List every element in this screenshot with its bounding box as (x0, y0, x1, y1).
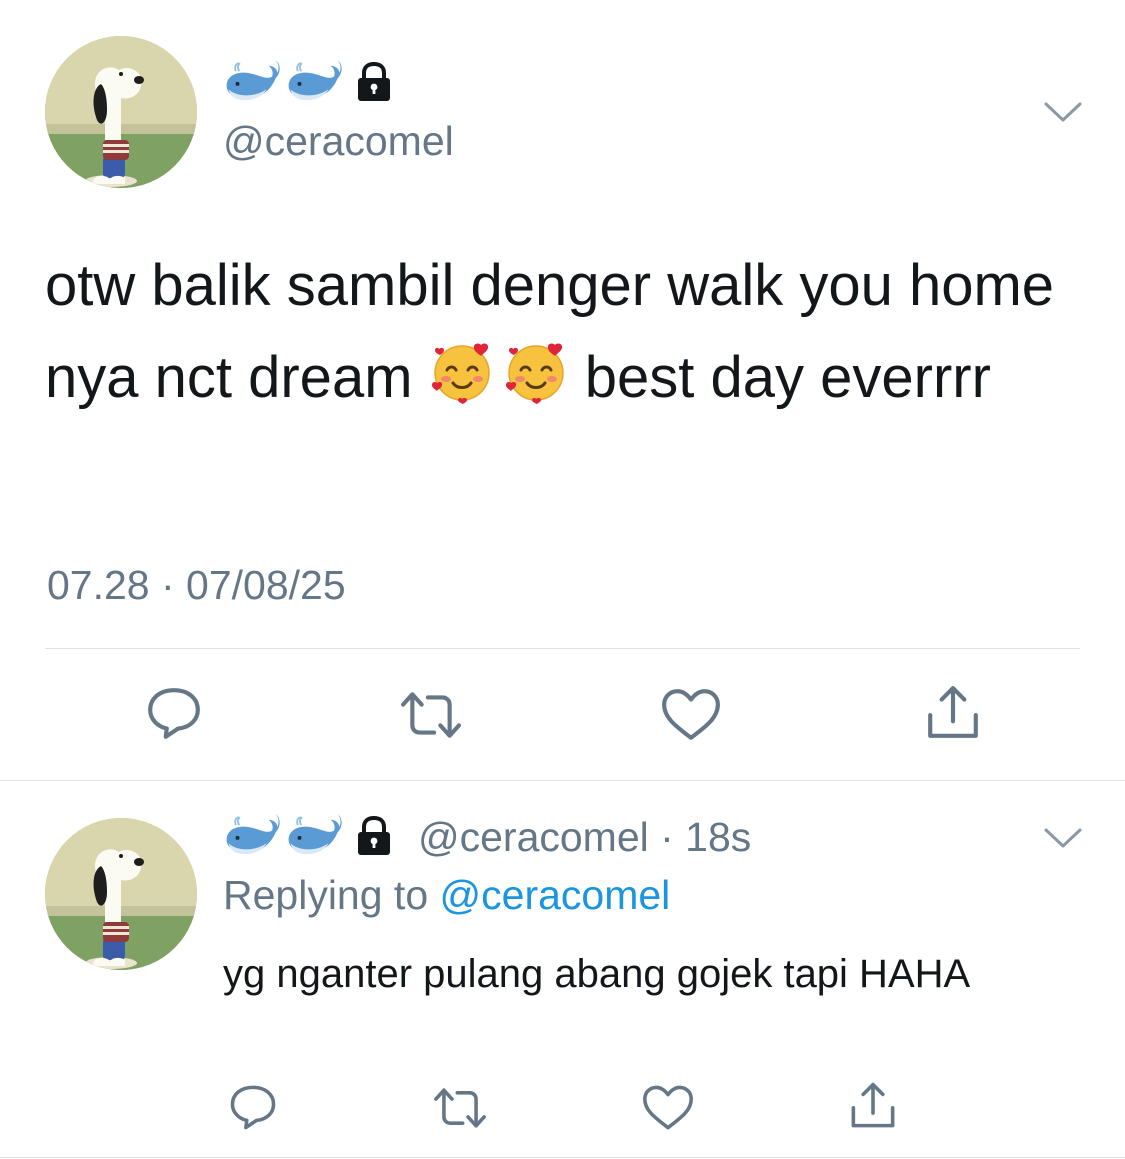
divider (45, 648, 1080, 649)
reply-button[interactable] (228, 1082, 278, 1132)
avatar[interactable] (45, 36, 197, 188)
chevron-down-icon[interactable] (1043, 100, 1083, 124)
divider (0, 1157, 1125, 1158)
whale-emoji-icon (223, 812, 281, 860)
whale-emoji-icon (285, 58, 343, 106)
tweet-text: otw balik sambil denger walk you home ny… (45, 240, 1075, 424)
retweet-button[interactable] (432, 1083, 488, 1133)
lock-icon (353, 815, 395, 857)
tweet-timestamp[interactable]: 07.28 · 07/08/25 (47, 562, 346, 609)
reply-icon (228, 1082, 278, 1132)
tweet-text-part2: best day everrrr (568, 345, 991, 410)
replying-to-label: Replying to (223, 872, 440, 918)
share-button[interactable] (848, 1081, 898, 1131)
like-button[interactable] (641, 1083, 695, 1133)
reply-avatar[interactable] (45, 818, 197, 970)
reply-icon (145, 684, 203, 742)
smiling-face-with-hearts-emoji-icon (503, 339, 569, 405)
reply-button[interactable] (145, 684, 203, 742)
smiling-face-with-hearts-emoji-icon (429, 339, 495, 405)
share-icon (848, 1081, 898, 1131)
reply-text: yg nganter pulang abang gojek tapi HAHA (223, 952, 971, 996)
chevron-down-icon[interactable] (1043, 826, 1083, 850)
share-button[interactable] (924, 684, 982, 742)
display-name[interactable] (223, 58, 395, 106)
replying-to-mention-link[interactable]: @ceracomel (440, 872, 671, 918)
reply-display-name[interactable] (223, 812, 395, 860)
like-icon (660, 686, 722, 744)
retweet-icon (432, 1083, 488, 1133)
lock-icon (353, 61, 395, 103)
divider (0, 780, 1125, 781)
snoopy-avatar-image (45, 818, 197, 970)
like-icon (641, 1083, 695, 1133)
like-button[interactable] (660, 686, 722, 744)
reply-handle-and-time[interactable]: @ceracomel · 18s (418, 814, 751, 861)
retweet-icon (399, 686, 463, 744)
whale-emoji-icon (223, 58, 281, 106)
tweet-thread: @ceracomel otw balik sambil denger walk … (0, 0, 1125, 1159)
replying-to: Replying to @ceracomel (223, 872, 670, 919)
retweet-button[interactable] (399, 686, 463, 744)
share-icon (924, 684, 982, 742)
username-handle[interactable]: @ceracomel (223, 118, 454, 165)
snoopy-avatar-image (45, 36, 197, 188)
whale-emoji-icon (285, 812, 343, 860)
